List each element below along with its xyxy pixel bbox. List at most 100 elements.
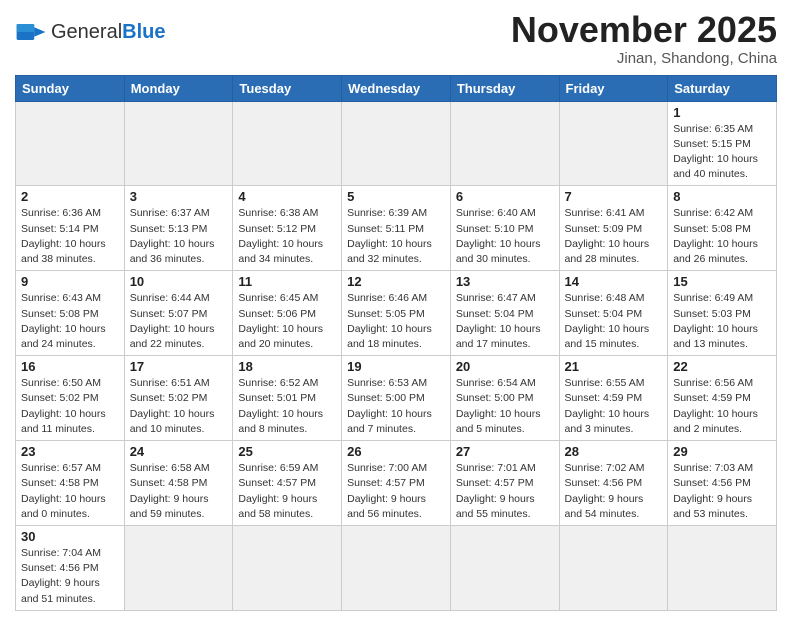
calendar-cell: 22 Sunrise: 6:56 AMSunset: 4:59 PMDayligh… [668,356,777,441]
calendar-cell: 20 Sunrise: 6:54 AMSunset: 5:00 PMDayligh… [450,356,559,441]
day-number: 19 [347,359,445,374]
calendar-cell: 12 Sunrise: 6:46 AMSunset: 5:05 PMDayligh… [342,271,451,356]
calendar-cell: 14 Sunrise: 6:48 AMSunset: 5:04 PMDayligh… [559,271,668,356]
calendar-cell: 11Sunrise: 6:45 AMSunset: 5:06 PMDayligh… [233,271,342,356]
day-number: 2 [21,189,119,204]
day-info: Sunrise: 7:02 AMSunset: 4:56 PMDaylight:… [565,461,663,522]
calendar-cell: 3 Sunrise: 6:37 AMSunset: 5:13 PMDaylight… [124,186,233,271]
weekday-header-row: Sunday Monday Tuesday Wednesday Thursday… [16,75,777,101]
calendar-cell: 8Sunrise: 6:42 AMSunset: 5:08 PMDaylight… [668,186,777,271]
day-number: 23 [21,444,119,459]
title-block: November 2025 Jinan, Shandong, China [511,10,777,67]
calendar-cell: 28 Sunrise: 7:02 AMSunset: 4:56 PMDayligh… [559,441,668,526]
day-number: 27 [456,444,554,459]
day-info: Sunrise: 6:44 AMSunset: 5:07 PMDaylight:… [130,291,228,352]
calendar-cell: 18 Sunrise: 6:52 AMSunset: 5:01 PMDayligh… [233,356,342,441]
logo: GeneralBlue [15,16,166,48]
header-tuesday: Tuesday [233,75,342,101]
day-info: Sunrise: 6:58 AMSunset: 4:58 PMDaylight:… [130,461,228,522]
calendar-cell: 27Sunrise: 7:01 AMSunset: 4:57 PMDayligh… [450,441,559,526]
day-number: 22 [673,359,771,374]
day-info: Sunrise: 6:56 AMSunset: 4:59 PMDaylight:… [673,376,771,437]
day-info: Sunrise: 6:43 AMSunset: 5:08 PMDaylight:… [21,291,119,352]
day-info: Sunrise: 6:57 AMSunset: 4:58 PMDaylight:… [21,461,119,522]
day-number: 9 [21,274,119,289]
calendar-cell [233,101,342,186]
day-info: Sunrise: 6:59 AMSunset: 4:57 PMDaylight:… [238,461,336,522]
day-number: 12 [347,274,445,289]
day-info: Sunrise: 6:50 AMSunset: 5:02 PMDaylight:… [21,376,119,437]
day-info: Sunrise: 6:49 AMSunset: 5:03 PMDaylight:… [673,291,771,352]
header-monday: Monday [124,75,233,101]
calendar-cell [124,525,233,610]
day-number: 1 [673,105,771,120]
day-number: 6 [456,189,554,204]
day-number: 28 [565,444,663,459]
day-info: Sunrise: 6:46 AMSunset: 5:05 PMDaylight:… [347,291,445,352]
day-number: 8 [673,189,771,204]
day-info: Sunrise: 6:40 AMSunset: 5:10 PMDaylight:… [456,206,554,267]
calendar-cell: 9 Sunrise: 6:43 AMSunset: 5:08 PMDaylight… [16,271,125,356]
header-saturday: Saturday [668,75,777,101]
day-info: Sunrise: 6:55 AMSunset: 4:59 PMDaylight:… [565,376,663,437]
day-info: Sunrise: 6:41 AMSunset: 5:09 PMDaylight:… [565,206,663,267]
day-number: 7 [565,189,663,204]
calendar-cell [342,525,451,610]
day-info: Sunrise: 7:04 AMSunset: 4:56 PMDaylight:… [21,546,119,607]
calendar-cell [342,101,451,186]
calendar-cell [233,525,342,610]
day-info: Sunrise: 6:35 AMSunset: 5:15 PMDaylight:… [673,122,771,183]
calendar-cell [559,101,668,186]
day-number: 16 [21,359,119,374]
calendar-cell: 30 Sunrise: 7:04 AMSunset: 4:56 PMDayligh… [16,525,125,610]
day-info: Sunrise: 6:37 AMSunset: 5:13 PMDaylight:… [130,206,228,267]
calendar-cell [559,525,668,610]
day-info: Sunrise: 6:36 AMSunset: 5:14 PMDaylight:… [21,206,119,267]
calendar-cell: 23 Sunrise: 6:57 AMSunset: 4:58 PMDayligh… [16,441,125,526]
calendar-table: Sunday Monday Tuesday Wednesday Thursday… [15,75,777,611]
day-number: 26 [347,444,445,459]
day-number: 30 [21,529,119,544]
calendar-cell: 2 Sunrise: 6:36 AMSunset: 5:14 PMDaylight… [16,186,125,271]
day-number: 10 [130,274,228,289]
generalblue-logo-icon [15,16,47,48]
calendar-cell: 15 Sunrise: 6:49 AMSunset: 5:03 PMDayligh… [668,271,777,356]
calendar-cell: 7 Sunrise: 6:41 AMSunset: 5:09 PMDaylight… [559,186,668,271]
calendar-cell: 13Sunrise: 6:47 AMSunset: 5:04 PMDayligh… [450,271,559,356]
day-number: 25 [238,444,336,459]
day-number: 21 [565,359,663,374]
day-number: 17 [130,359,228,374]
location: Jinan, Shandong, China [511,50,777,67]
day-info: Sunrise: 6:52 AMSunset: 5:01 PMDaylight:… [238,376,336,437]
calendar-cell: 1 Sunrise: 6:35 AMSunset: 5:15 PMDaylight… [668,101,777,186]
calendar-cell [124,101,233,186]
calendar-cell: 19Sunrise: 6:53 AMSunset: 5:00 PMDayligh… [342,356,451,441]
logo-text: GeneralBlue [51,21,166,44]
day-info: Sunrise: 6:51 AMSunset: 5:02 PMDaylight:… [130,376,228,437]
day-number: 20 [456,359,554,374]
calendar-cell: 10 Sunrise: 6:44 AMSunset: 5:07 PMDayligh… [124,271,233,356]
day-number: 18 [238,359,336,374]
header-sunday: Sunday [16,75,125,101]
day-info: Sunrise: 7:03 AMSunset: 4:56 PMDaylight:… [673,461,771,522]
calendar-cell [16,101,125,186]
calendar-cell [450,525,559,610]
day-info: Sunrise: 6:54 AMSunset: 5:00 PMDaylight:… [456,376,554,437]
day-number: 29 [673,444,771,459]
day-number: 14 [565,274,663,289]
calendar-cell: 16 Sunrise: 6:50 AMSunset: 5:02 PMDayligh… [16,356,125,441]
day-info: Sunrise: 6:48 AMSunset: 5:04 PMDaylight:… [565,291,663,352]
day-number: 11 [238,274,336,289]
calendar-cell: 25 Sunrise: 6:59 AMSunset: 4:57 PMDayligh… [233,441,342,526]
calendar-cell: 29 Sunrise: 7:03 AMSunset: 4:56 PMDayligh… [668,441,777,526]
day-number: 15 [673,274,771,289]
header-friday: Friday [559,75,668,101]
day-number: 3 [130,189,228,204]
header-thursday: Thursday [450,75,559,101]
calendar-cell: 5Sunrise: 6:39 AMSunset: 5:11 PMDaylight… [342,186,451,271]
header: GeneralBlue November 2025 Jinan, Shandon… [15,10,777,67]
day-number: 24 [130,444,228,459]
day-info: Sunrise: 6:38 AMSunset: 5:12 PMDaylight:… [238,206,336,267]
month-title: November 2025 [511,10,777,50]
day-number: 13 [456,274,554,289]
